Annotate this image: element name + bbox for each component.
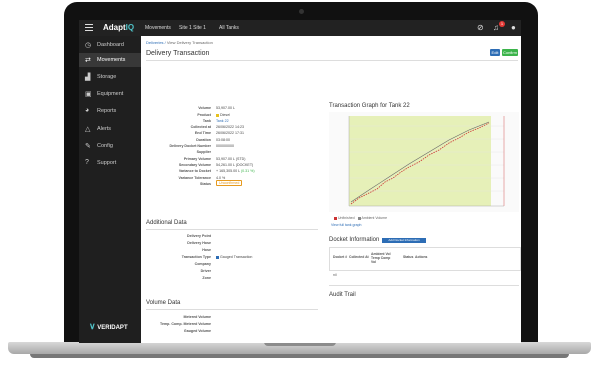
- camera-icon: [299, 9, 304, 14]
- divider: [146, 309, 318, 310]
- volume-data-title: Volume Data: [146, 300, 181, 306]
- laptop-foot: [30, 354, 569, 358]
- field-label: Driver: [200, 269, 211, 273]
- field-label: Delivery Hose: [187, 241, 211, 245]
- field-label: Product: [197, 113, 211, 117]
- veridapt-v-icon: ∨: [89, 321, 96, 331]
- field-label: Volume: [198, 106, 211, 110]
- docket-title: Docket Information: [329, 237, 380, 243]
- top-bar: AdaptIQ Movements Site 1 Site 1 All Tank…: [79, 20, 521, 36]
- field-label: Tank: [202, 119, 211, 123]
- no-entry-icon[interactable]: ⊘: [477, 23, 484, 32]
- column-header: Actions: [415, 255, 428, 259]
- field-value: + 165,305.00 L (0.31 %): [216, 169, 255, 173]
- field-value: 03:08:00: [216, 138, 230, 142]
- main-content: Deliveries / View Delivery Transaction D…: [141, 36, 521, 343]
- column-header: Docket #: [333, 255, 348, 259]
- sidebar-item-storage[interactable]: ▟ Storage: [79, 70, 141, 84]
- field-label: Secondary Volume: [178, 163, 211, 167]
- edit-button[interactable]: Edit: [490, 49, 500, 56]
- tank-link[interactable]: Tank 22: [216, 119, 229, 123]
- divider: [146, 60, 518, 61]
- field-label: End Time: [194, 131, 211, 135]
- question-icon: ?: [85, 159, 89, 166]
- sidebar-item-support[interactable]: ? Support: [79, 156, 141, 170]
- transaction-type-icon: [216, 255, 219, 259]
- field-value: 26/06/2022 17:31: [216, 131, 244, 135]
- field-label: Hose: [202, 248, 211, 252]
- truck-icon: ▣: [85, 91, 92, 98]
- field-label: Delivery Docket Number: [169, 144, 211, 148]
- screen: AdaptIQ Movements Site 1 Site 1 All Tank…: [79, 20, 521, 343]
- hamburger-icon[interactable]: [85, 24, 93, 33]
- site-selector[interactable]: Site 1 Site 1: [179, 25, 206, 31]
- arrows-icon: ⇄: [85, 57, 91, 64]
- veridapt-logo: ∨ VERIDAPT: [89, 321, 128, 331]
- column-header: Collected At: [349, 255, 369, 259]
- sidebar-item-alerts[interactable]: △ Alerts: [79, 122, 141, 136]
- graph-title: Transaction Graph for Tank 22: [329, 103, 410, 109]
- field-value: Diesel: [216, 113, 230, 117]
- clock-icon: ◷: [85, 42, 92, 49]
- field-value: 54,261.00 L (DOCKET): [216, 163, 254, 167]
- tank-icon: ▟: [85, 74, 91, 81]
- legend-swatch: [357, 216, 361, 220]
- field-value: Gauged Transaction: [216, 255, 252, 259]
- field-label: Duration: [196, 138, 211, 142]
- field-value: 000000000: [216, 144, 234, 148]
- confirm-button[interactable]: Confirm: [502, 49, 518, 56]
- sidebar-item-reports[interactable]: ◕ Reports: [79, 104, 141, 118]
- divider: [329, 285, 519, 286]
- field-label: Temp. Comp. Metered Volume: [160, 322, 211, 326]
- divider: [146, 229, 318, 230]
- chart-icon: ◕: [85, 107, 90, 114]
- additional-data-title: Additional Data: [146, 220, 187, 226]
- field-label: Supplier: [196, 150, 211, 154]
- status-badge: Unconfirmed: [216, 180, 243, 186]
- field-label: Transaction Type: [181, 255, 211, 259]
- page-title: Delivery Transaction: [146, 50, 210, 57]
- graph-legend: Unfinished Ambient Volume: [331, 216, 387, 220]
- field-value: 26/06/2022 14:23: [216, 125, 244, 129]
- sidebar-item-movements[interactable]: ⇄ Movements: [79, 53, 141, 67]
- view-full-graph-link[interactable]: View full tank graph: [331, 223, 361, 227]
- transaction-graph: [329, 112, 519, 212]
- breadcrumb-root[interactable]: Deliveries: [146, 40, 164, 45]
- sidebar-item-config[interactable]: ✎ Config: [79, 139, 141, 153]
- tank-selector[interactable]: All Tanks: [219, 25, 239, 31]
- field-label: Collected at: [190, 125, 211, 129]
- field-value: 53,907.00 L (STD): [216, 157, 246, 161]
- field-label: Variance to Docket: [178, 169, 211, 173]
- wrench-icon: ✎: [85, 143, 91, 150]
- add-docket-button[interactable]: Add Docket Information: [382, 238, 426, 243]
- notification-badge: 1: [499, 21, 505, 27]
- field-label: Company: [194, 262, 211, 266]
- field-label: Delivery Point: [187, 234, 211, 238]
- field-label: Variance Tolerance: [178, 176, 212, 180]
- sidebar-item-equipment[interactable]: ▣ Equipment: [79, 87, 141, 101]
- brand-logo: AdaptIQ: [103, 23, 135, 32]
- bell-icon: △: [85, 126, 91, 133]
- field-label: Status: [200, 182, 211, 186]
- breadcrumb: Deliveries / View Delivery Transaction: [146, 40, 213, 45]
- audit-trail-title: Audit Trail: [329, 292, 356, 298]
- field-label: Metered Volume: [183, 315, 212, 319]
- product-color-icon: [216, 113, 219, 117]
- field-label: Zone: [202, 276, 211, 280]
- column-header: Status: [403, 255, 414, 259]
- empty-docket-row: nil: [333, 273, 337, 277]
- field-label: Primary Volume: [183, 157, 211, 161]
- field-label: Gauged Volume: [183, 329, 211, 333]
- column-header: Ambient Vol Temp Comp Vol: [371, 252, 391, 264]
- topbar-movements[interactable]: Movements: [145, 25, 171, 31]
- field-value: 53,907.00 L: [216, 106, 235, 110]
- user-icon[interactable]: ●: [511, 23, 516, 32]
- sidebar-item-dashboard[interactable]: ◷ Dashboard: [79, 38, 141, 52]
- legend-swatch: [334, 216, 337, 220]
- breadcrumb-current: View Delivery Transaction: [166, 40, 213, 45]
- sidebar: ◷ Dashboard ⇄ Movements ▟ Storage ▣ Equipmen…: [79, 36, 141, 343]
- docket-table: Docket # Collected At Ambient Vol Temp C…: [329, 247, 521, 271]
